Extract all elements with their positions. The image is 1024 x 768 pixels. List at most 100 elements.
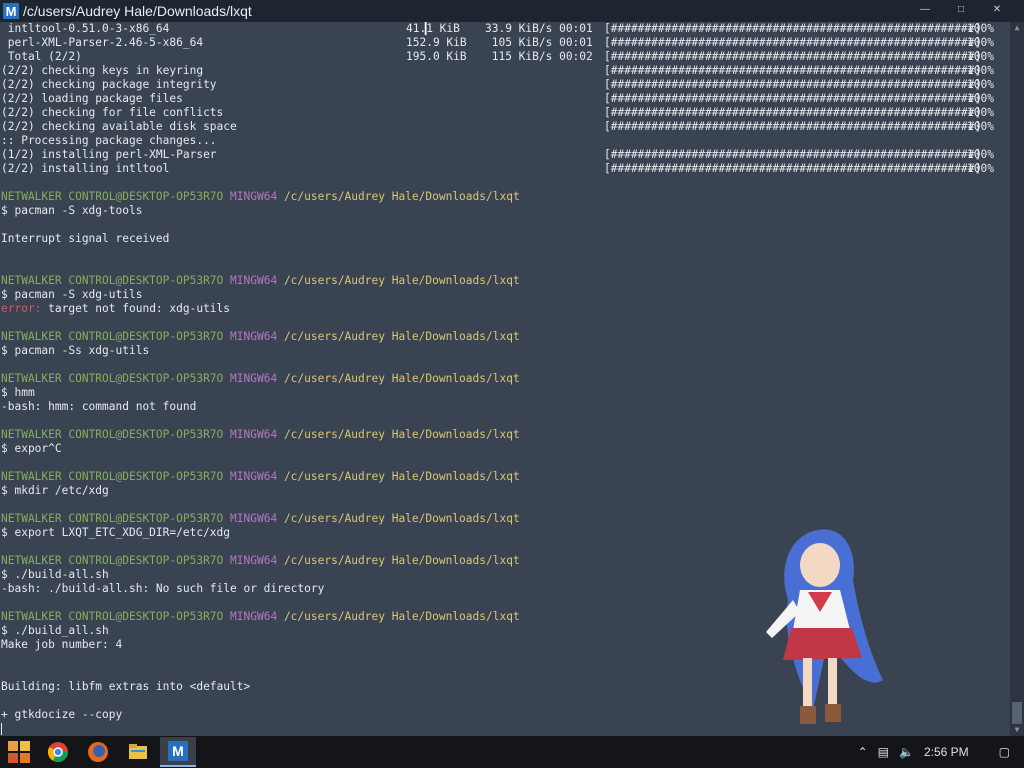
prompt-path: /c/users/Audrey Hale/Downloads/lxqt [283, 190, 520, 203]
chrome-taskbar-icon[interactable] [40, 738, 76, 766]
download-rate: 33.9 KiB/s 00:01 [485, 22, 593, 35]
step-text: (2/2) checking available disk space [1, 120, 237, 133]
terminal-line: perl-XML-Parser-2.46-5-x86_64 152.9 KiB 1… [1, 36, 1005, 50]
text-cursor-icon: I [423, 19, 429, 40]
download-size: 152.9 KiB [406, 36, 467, 49]
prompt-env: MINGW64 [230, 554, 278, 567]
command-text: $ hmm [1, 386, 35, 399]
progress-percent: 100% [967, 120, 994, 133]
chrome-icon [47, 742, 69, 763]
clock[interactable]: 2:56 PM [924, 745, 969, 759]
system-tray: ⌃ ▤ 🔈 2:56 PM ▢ [848, 736, 1024, 768]
progress-percent: 100% [967, 50, 994, 63]
output-text: Make job number: 4 [1, 638, 123, 651]
terminal-line: NETWALKER CONTROL@DESKTOP-OP53R7O MINGW6… [1, 330, 1005, 344]
firefox-icon [88, 742, 108, 762]
progress-percent: 100% [967, 106, 994, 119]
prompt-user: NETWALKER CONTROL@DESKTOP-OP53R7O [1, 190, 224, 203]
msys2-icon: M [168, 741, 188, 761]
output-text: Building: libfm extras into <default> [1, 680, 251, 693]
terminal-line: intltool-0.51.0-3-x86_64 41.1 KiB 33.9 KiB… [1, 22, 1005, 36]
terminal-cursor [1, 723, 2, 735]
prompt-env: MINGW64 [230, 470, 278, 483]
svg-text:M: M [172, 743, 184, 759]
progress-bar: [#######################################… [604, 36, 982, 49]
show-hidden-icons-icon[interactable]: ⌃ [858, 745, 868, 759]
scroll-down-icon[interactable]: ▼ [1010, 724, 1024, 736]
terminal-line: (2/2) checking available disk space [####… [1, 120, 1005, 134]
prompt-user: NETWALKER CONTROL@DESKTOP-OP53R7O [1, 610, 224, 623]
install-text: (1/2) installing perl-XML-Parser [1, 148, 217, 161]
terminal-line: NETWALKER CONTROL@DESKTOP-OP53R7O MINGW6… [1, 274, 1005, 288]
step-text: (2/2) checking package integrity [1, 78, 217, 91]
processing-text: :: Processing package changes... [1, 134, 217, 147]
terminal-line: NETWALKER CONTROL@DESKTOP-OP53R7O MINGW6… [1, 470, 1005, 484]
terminal-line: -bash: hmm: command not found [1, 400, 1005, 414]
terminal-scrollbar[interactable]: ▲ ▼ [1010, 22, 1024, 736]
output-text: -bash: hmm: command not found [1, 400, 197, 413]
command-text: $ ./build-all.sh [1, 568, 109, 581]
progress-percent: 100% [967, 162, 994, 175]
terminal-line: :: Processing package changes... [1, 134, 1005, 148]
prompt-env: MINGW64 [230, 428, 278, 441]
terminal-line: (2/2) checking package integrity [#######… [1, 78, 1005, 92]
terminal-line: error: target not found: xdg-utils [1, 302, 1005, 316]
scrollbar-thumb[interactable] [1012, 702, 1022, 724]
output-text: Interrupt signal received [1, 232, 170, 245]
start-button[interactable] [2, 737, 36, 767]
progress-percent: 100% [967, 36, 994, 49]
prompt-path: /c/users/Audrey Hale/Downloads/lxqt [283, 512, 520, 525]
download-rate: 115 KiB/s 00:02 [485, 50, 593, 63]
progress-bar: [#######################################… [604, 92, 982, 105]
command-text: $ mkdir /etc/xdg [1, 484, 109, 497]
msys2-taskbar-icon[interactable]: M [160, 737, 196, 767]
progress-bar: [#######################################… [604, 50, 982, 63]
prompt-user: NETWALKER CONTROL@DESKTOP-OP53R7O [1, 274, 224, 287]
prompt-env: MINGW64 [230, 610, 278, 623]
window-titlebar[interactable]: M /c/users/Audrey Hale/Downloads/lxqt — … [0, 0, 1024, 22]
folder-icon [129, 744, 147, 759]
scroll-up-icon[interactable]: ▲ [1010, 22, 1024, 34]
progress-bar: [#######################################… [604, 162, 982, 175]
terminal-line: (2/2) installing intltool [##############… [1, 162, 1005, 176]
prompt-user: NETWALKER CONTROL@DESKTOP-OP53R7O [1, 330, 224, 343]
progress-percent: 100% [967, 148, 994, 161]
terminal-line: NETWALKER CONTROL@DESKTOP-OP53R7O MINGW6… [1, 372, 1005, 386]
command-text: $ ./build_all.sh [1, 624, 109, 637]
prompt-env: MINGW64 [230, 190, 278, 203]
terminal-line: (2/2) checking keys in keyring [#########… [1, 64, 1005, 78]
maximize-button[interactable]: □ [942, 2, 980, 16]
terminal-line: Total (2/2) 195.0 KiB 115 KiB/s 00:02 [###… [1, 50, 1005, 64]
notification-icon[interactable]: ▢ [999, 745, 1010, 759]
progress-bar: [#######################################… [604, 148, 982, 161]
prompt-path: /c/users/Audrey Hale/Downloads/lxqt [283, 330, 520, 343]
terminal-line: $ hmm [1, 386, 1005, 400]
start-icon [8, 741, 30, 763]
minimize-button[interactable]: — [906, 2, 944, 16]
firefox-taskbar-icon[interactable] [80, 738, 116, 766]
error-label: error: [1, 302, 42, 315]
progress-bar: [#######################################… [604, 64, 982, 77]
step-text: (2/2) checking keys in keyring [1, 64, 204, 77]
step-text: (2/2) loading package files [1, 92, 183, 105]
prompt-user: NETWALKER CONTROL@DESKTOP-OP53R7O [1, 470, 224, 483]
terminal-line: $ expor^C [1, 442, 1005, 456]
network-icon[interactable]: ▤ [878, 745, 889, 759]
volume-icon[interactable]: 🔈 [899, 745, 914, 759]
command-text: $ export LXQT_ETC_XDG_DIR=/etc/xdg [1, 526, 231, 539]
terminal-line: $ mkdir /etc/xdg [1, 484, 1005, 498]
step-text: (2/2) checking for file conflicts [1, 106, 224, 119]
prompt-path: /c/users/Audrey Hale/Downloads/lxqt [283, 554, 520, 567]
terminal-line: (2/2) loading package files [############… [1, 92, 1005, 106]
package-name: intltool-0.51.0-3-x86_64 [1, 22, 170, 35]
close-button[interactable]: ✕ [978, 2, 1016, 16]
prompt-path: /c/users/Audrey Hale/Downloads/lxqt [283, 610, 520, 623]
progress-percent: 100% [967, 92, 994, 105]
file-explorer-taskbar-icon[interactable] [120, 738, 156, 766]
prompt-path: /c/users/Audrey Hale/Downloads/lxqt [283, 428, 520, 441]
